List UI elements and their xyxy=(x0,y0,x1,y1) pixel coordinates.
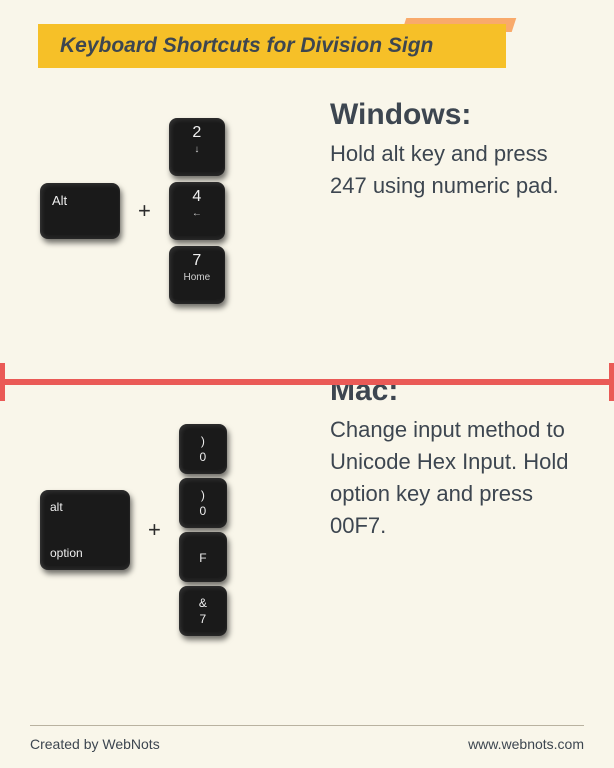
mac-body: Change input method to Unicode Hex Input… xyxy=(330,414,574,542)
page-title: Keyboard Shortcuts for Division Sign xyxy=(38,24,506,68)
hex-key: ) 0 xyxy=(179,424,227,474)
section-divider xyxy=(0,362,614,402)
mac-keys: alt option + ) 0 ) 0 F & 7 xyxy=(40,424,320,636)
numpad-key: 4 ← xyxy=(169,182,225,240)
key-top: ) xyxy=(201,488,205,502)
key-top: ) xyxy=(201,434,205,448)
key-main: 7 xyxy=(192,252,201,270)
key-main: 2 xyxy=(192,124,201,142)
key-bot: 7 xyxy=(200,612,207,626)
mac-section: alt option + ) 0 ) 0 F & 7 Mac: Change i xyxy=(30,374,584,636)
hex-key: ) 0 xyxy=(179,478,227,528)
left-arrow-icon: ← xyxy=(192,208,202,219)
footer-url: www.webnots.com xyxy=(468,736,584,752)
windows-num-stack: 2 ↓ 4 ← 7 Home xyxy=(169,118,225,304)
key-top: & xyxy=(199,596,207,610)
windows-keys: Alt + 2 ↓ 4 ← 7 Home xyxy=(40,118,320,304)
hex-key: F xyxy=(179,532,227,582)
divider-line xyxy=(5,379,609,385)
key-alt-label: alt xyxy=(50,500,63,514)
footer: Created by WebNots www.webnots.com xyxy=(30,728,584,752)
numpad-key: 2 ↓ xyxy=(169,118,225,176)
plus-icon: + xyxy=(134,198,155,224)
windows-text: Windows: Hold alt key and press 247 usin… xyxy=(320,98,574,202)
title-block: Keyboard Shortcuts for Division Sign xyxy=(30,24,584,68)
footer-credit: Created by WebNots xyxy=(30,736,160,752)
divider-cap-right xyxy=(609,363,614,401)
windows-section: Alt + 2 ↓ 4 ← 7 Home Windows: Hold alt k… xyxy=(30,98,584,304)
down-arrow-icon: ↓ xyxy=(194,144,199,155)
key-main: 4 xyxy=(192,188,201,206)
windows-heading: Windows: xyxy=(330,98,574,132)
plus-icon: + xyxy=(144,517,165,543)
key-sub: Home xyxy=(184,272,211,283)
key-bot: 0 xyxy=(200,450,207,464)
key-option-label: option xyxy=(50,546,83,560)
option-key: alt option xyxy=(40,490,130,570)
mac-key-stack: ) 0 ) 0 F & 7 xyxy=(179,424,227,636)
windows-body: Hold alt key and press 247 using numeric… xyxy=(330,138,574,202)
key-bot: 0 xyxy=(200,504,207,518)
footer-divider xyxy=(30,725,584,726)
key-bot: F xyxy=(199,551,206,565)
hex-key: & 7 xyxy=(179,586,227,636)
numpad-key: 7 Home xyxy=(169,246,225,304)
alt-key: Alt xyxy=(40,183,120,239)
